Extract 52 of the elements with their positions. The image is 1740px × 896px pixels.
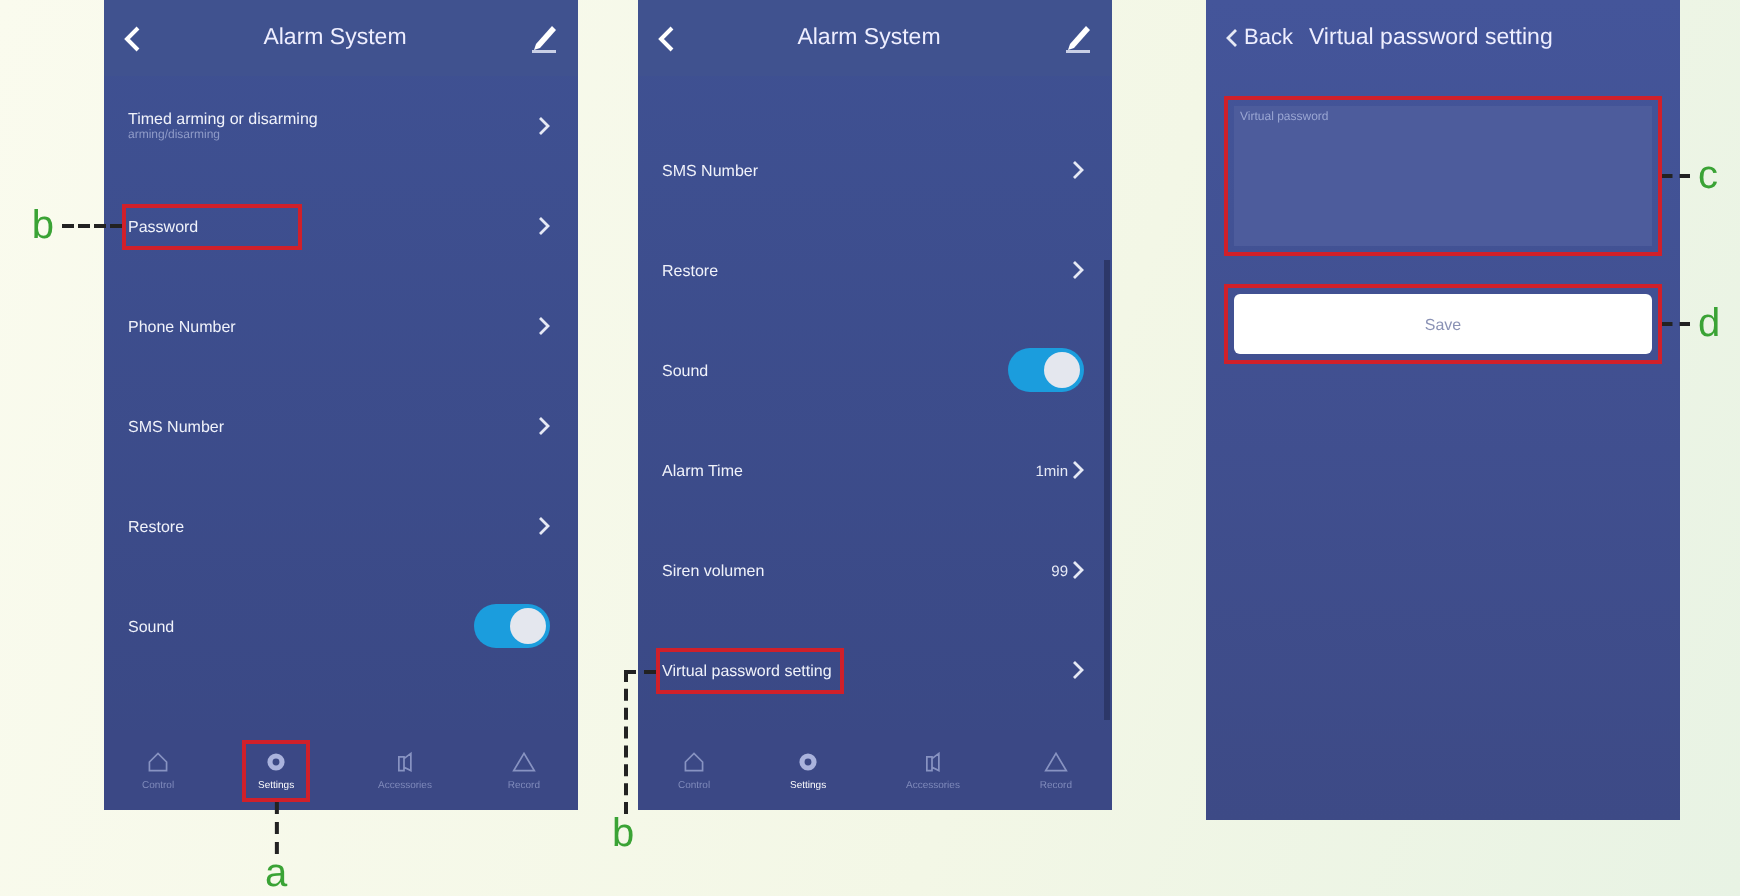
chevron-right-icon [538, 416, 550, 436]
row-label: Phone Number [128, 317, 236, 335]
row-label: Timed arming or disarming [128, 110, 318, 128]
gear-icon [796, 749, 821, 773]
callout-letter: c [1698, 156, 1718, 196]
screen-title: Alarm System [797, 26, 941, 50]
chevron-right-icon [1072, 560, 1084, 580]
chevron-right-icon [538, 116, 550, 136]
chevron-right-icon [1072, 660, 1084, 680]
house-icon [682, 749, 707, 773]
row-label: Restore [662, 261, 719, 279]
pencil-icon[interactable] [1063, 22, 1092, 54]
callout-letter: d [1698, 304, 1721, 344]
row-label: SMS Number [128, 417, 225, 435]
pencil-icon[interactable] [529, 22, 558, 54]
speaker-icon [920, 749, 945, 773]
row-label: SMS Number [662, 161, 759, 179]
row-label: Sound [128, 617, 175, 635]
toggle-switch[interactable] [1008, 348, 1084, 392]
screen-title: Virtual password setting [1308, 26, 1553, 50]
callout-line [1662, 322, 1690, 326]
row-label: Password [128, 217, 199, 235]
chevron-right-icon [538, 216, 550, 236]
callout-line [274, 801, 279, 853]
scrollbar[interactable] [1104, 260, 1110, 720]
callout-line [1662, 174, 1690, 178]
chevron-right-icon [1072, 460, 1084, 480]
warning-icon [511, 749, 536, 773]
row-label: Siren volumen [662, 561, 765, 579]
row-label: Restore [128, 517, 185, 535]
chevron-right-icon [538, 516, 550, 536]
save-button[interactable]: Save [1234, 294, 1652, 354]
speaker-icon [392, 749, 417, 773]
house-icon [146, 749, 171, 773]
callout-letter: a [264, 853, 288, 893]
back-icon[interactable] [124, 25, 140, 51]
back-button[interactable]: Back [1226, 26, 1293, 50]
warning-icon [1043, 749, 1068, 773]
row-label: Sound [662, 361, 709, 379]
back-icon[interactable] [658, 25, 674, 51]
callout-letter: b [612, 814, 635, 854]
callout-letter: b [31, 206, 54, 246]
chevron-left-icon [1226, 28, 1238, 48]
chevron-right-icon [538, 316, 550, 336]
chevron-right-icon [1072, 260, 1084, 280]
toggle-switch[interactable] [474, 604, 550, 648]
row-label: Virtual password setting [662, 661, 832, 679]
screen-title: Alarm System [263, 26, 407, 50]
row-label: Alarm Time [662, 461, 743, 479]
gear-icon [264, 749, 289, 773]
callout-line [62, 224, 122, 228]
chevron-right-icon [1072, 160, 1084, 180]
